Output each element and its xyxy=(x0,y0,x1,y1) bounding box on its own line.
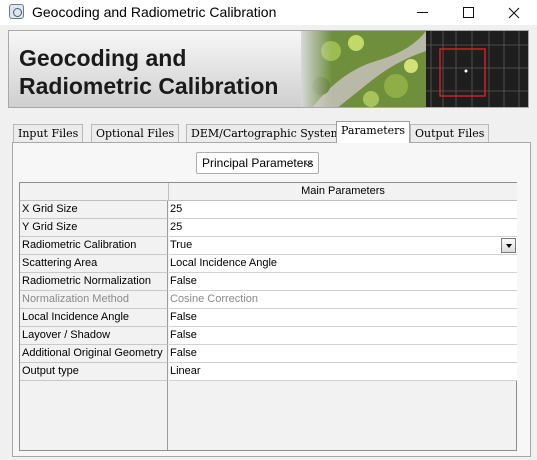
maximize-button[interactable] xyxy=(445,0,491,25)
radiometric-calibration-select[interactable]: True xyxy=(169,237,517,255)
tab-dem-cartographic-system[interactable]: DEM/Cartographic System xyxy=(186,124,347,143)
minimize-icon xyxy=(416,12,428,13)
table-header-corner xyxy=(20,183,168,201)
close-button[interactable] xyxy=(491,0,537,25)
table-row-local-incidence-angle: Local Incidence Angle False xyxy=(20,309,517,327)
table-row-output-type: Output type Linear xyxy=(20,363,517,381)
local-incidence-angle-field[interactable]: False xyxy=(169,309,517,327)
table-row-x-grid-size: X Grid Size 25 xyxy=(20,201,517,219)
row-label: Scattering Area xyxy=(20,255,168,273)
row-label: Local Incidence Angle xyxy=(20,309,168,327)
app-icon xyxy=(9,4,24,19)
table-row-y-grid-size: Y Grid Size 25 xyxy=(20,219,517,237)
row-label: X Grid Size xyxy=(20,201,168,219)
satellite-imagery-graphic xyxy=(301,31,528,107)
combo-value: True xyxy=(170,239,193,251)
header-banner: Geocoding and Radiometric Calibration xyxy=(8,30,529,108)
output-type-field[interactable]: Linear xyxy=(169,363,517,381)
additional-original-geometry-field[interactable]: False xyxy=(169,345,517,363)
title-bar: Geocoding and Radiometric Calibration xyxy=(0,0,537,25)
window-title: Geocoding and Radiometric Calibration xyxy=(32,4,277,20)
table-row-radiometric-calibration: Radiometric Calibration True xyxy=(20,237,517,255)
x-grid-size-input[interactable]: 25 xyxy=(169,201,517,219)
row-label: Y Grid Size xyxy=(20,219,168,237)
row-label: Layover / Shadow xyxy=(20,327,168,345)
table-row-scattering-area: Scattering Area Local Incidence Angle xyxy=(20,255,517,273)
table-row-additional-original-geometry: Additional Original Geometry False xyxy=(20,345,517,363)
parameters-panel: Principal Parameters Main Parameters X G… xyxy=(12,142,531,457)
parameter-section-dropdown[interactable]: Principal Parameters xyxy=(196,152,319,174)
maximize-icon xyxy=(462,7,474,18)
normalization-method-field: Cosine Correction xyxy=(169,291,517,309)
row-label: Output type xyxy=(20,363,168,381)
row-label: Radiometric Normalization xyxy=(20,273,168,291)
radiometric-normalization-field[interactable]: False xyxy=(169,273,517,291)
row-label: Additional Original Geometry xyxy=(20,345,168,363)
layover-shadow-field[interactable]: False xyxy=(169,327,517,345)
tab-parameters[interactable]: Parameters xyxy=(336,121,411,143)
row-label: Radiometric Calibration xyxy=(20,237,168,255)
tab-optional-files[interactable]: Optional Files xyxy=(91,124,180,143)
dropdown-selected-label: Principal Parameters xyxy=(202,156,314,170)
row-label: Normalization Method xyxy=(20,291,168,309)
table-row-normalization-method: Normalization Method Cosine Correction xyxy=(20,291,517,309)
close-icon xyxy=(508,7,520,18)
table-row-radiometric-normalization: Radiometric Normalization False xyxy=(20,273,517,291)
parameters-table: Main Parameters X Grid Size 25 Y Grid Si… xyxy=(19,182,517,451)
combo-dropdown-arrow-icon[interactable] xyxy=(501,238,516,253)
y-grid-size-input[interactable]: 25 xyxy=(169,219,517,237)
tab-output-files[interactable]: Output Files xyxy=(410,124,490,143)
scattering-area-field[interactable]: Local Incidence Angle xyxy=(169,255,517,273)
table-row-layover-shadow: Layover / Shadow False xyxy=(20,327,517,345)
table-column-header: Main Parameters xyxy=(168,183,517,201)
minimize-button[interactable] xyxy=(399,0,445,25)
banner-title: Geocoding and Radiometric Calibration xyxy=(19,45,279,99)
table-empty-area xyxy=(20,381,168,450)
tab-input-files[interactable]: Input Files xyxy=(13,124,84,143)
